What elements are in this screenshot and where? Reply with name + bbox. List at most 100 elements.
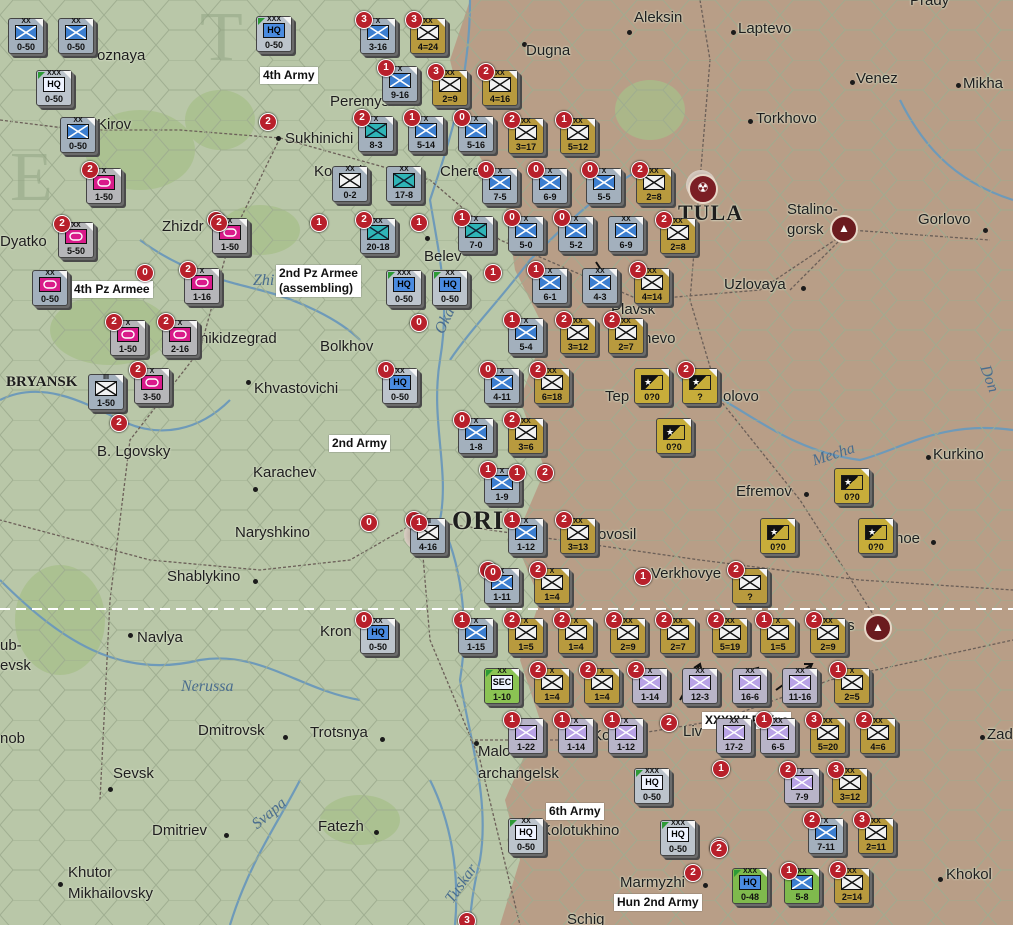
unit-counter[interactable]: 1-22 1 [503, 711, 544, 754]
unit-counter[interactable]: XX 2=8 2 [631, 161, 672, 204]
resource-icon[interactable]: ▲ [830, 215, 858, 243]
unit-counter[interactable]: XXX HQ 0-50 [256, 16, 292, 52]
unit-counter[interactable]: XX 20-18 2 [355, 211, 396, 254]
unit-counter[interactable]: XX 3=12 3 [827, 761, 868, 804]
army-label-2nd-army[interactable]: 2nd Army [329, 435, 390, 452]
unit-counter[interactable]: XX 4=6 2 [855, 711, 896, 754]
unit-counter[interactable]: XX 0-50 [32, 270, 68, 306]
unit-counter[interactable]: XX 2=9 2 [605, 611, 646, 654]
unit-counter[interactable]: XX 6=18 2 [529, 361, 570, 404]
unit-counter[interactable]: X 3-16 3 [355, 11, 396, 54]
unit-counter[interactable]: X 6-9 0 [527, 161, 568, 204]
hex-marker[interactable]: 3 [458, 912, 476, 925]
unit-counter[interactable]: X 1-14 1 [553, 711, 594, 754]
unit-counter[interactable]: XX 0-50 [58, 18, 94, 54]
hex-marker[interactable]: 2 [684, 864, 702, 882]
hex-marker[interactable]: 1 [712, 760, 730, 778]
unit-counter[interactable]: X 5-14 1 [403, 109, 444, 152]
unit-counter[interactable]: III 1-50 [88, 374, 124, 410]
unit-counter[interactable]: X 5-5 0 [581, 161, 622, 204]
unit-counter[interactable]: XX 2=14 2 [829, 861, 870, 904]
hex-marker[interactable]: 1 [508, 464, 526, 482]
hex-marker[interactable]: 1 [634, 568, 652, 586]
unit-counter[interactable]: XX SEC 1-10 [484, 668, 520, 704]
unit-counter[interactable]: X1-502 [81, 161, 122, 204]
resource-icon[interactable]: ▲ [864, 614, 892, 642]
unit-counter[interactable]: XX 6-5 1 [755, 711, 796, 754]
unit-counter[interactable]: X 4-11 0 [479, 361, 520, 404]
unit-counter[interactable]: XX HQ 0-50 0 [355, 611, 396, 654]
unit-counter[interactable]: XX HQ 0-50 [432, 270, 468, 306]
unit-counter[interactable]: X 1=4 2 [553, 611, 594, 654]
unit-counter[interactable]: ★ 0?0 [858, 518, 894, 554]
hex-marker[interactable]: 0 [136, 264, 154, 282]
hex-marker[interactable]: 1 [484, 264, 502, 282]
unit-counter[interactable]: XX 5=20 3 [805, 711, 846, 754]
army-label-2nd-pz-armee[interactable]: 2nd Pz Armee (assembling) [276, 265, 361, 297]
army-label-4th-army[interactable]: 4th Army [260, 67, 318, 84]
unit-counter[interactable]: XX HQ 0-50 0 [377, 361, 418, 404]
unit-counter[interactable]: XX 6-9 [608, 216, 644, 252]
unit-counter[interactable]: X 1-8 0 [453, 411, 494, 454]
unit-counter[interactable]: XX 5=19 2 [707, 611, 748, 654]
unit-counter[interactable]: X 2-16 2 [157, 313, 198, 356]
unit-counter[interactable]: X 9-16 1 [377, 59, 418, 102]
unit-counter[interactable]: XX 2=7 2 [603, 311, 644, 354]
unit-counter[interactable]: XX 4=14 2 [629, 261, 670, 304]
unit-counter[interactable]: X 3-50 2 [129, 361, 170, 404]
unit-counter[interactable]: X 1=4 2 [579, 661, 620, 704]
unit-counter[interactable]: XX 3=17 2 [503, 111, 544, 154]
unit-counter[interactable]: ★ 0?0 [760, 518, 796, 554]
unit-counter[interactable]: X 6-1 1 [527, 261, 568, 304]
unit-counter[interactable]: XXX HQ 0-50 [386, 270, 422, 306]
unit-counter[interactable]: XXX HQ 0-50 [634, 768, 670, 804]
unit-counter[interactable]: X 1=5 2 [503, 611, 544, 654]
unit-counter[interactable]: X 1-16 2 [179, 261, 220, 304]
unit-counter[interactable]: XXX HQ 0-50 [36, 70, 72, 106]
unit-counter[interactable]: XX 4-3 [582, 268, 618, 304]
hex-marker[interactable]: 2 [210, 214, 228, 232]
unit-counter[interactable]: X 7-11 2 [803, 811, 844, 854]
hex-marker[interactable]: 0 [360, 514, 378, 532]
hex-marker[interactable]: 2 [259, 113, 277, 131]
hex-marker[interactable]: 0 [484, 564, 502, 582]
unit-counter[interactable]: XXX HQ 0-48 [732, 868, 768, 904]
unit-counter[interactable]: X 1-15 1 [453, 611, 494, 654]
factory-icon[interactable]: ☢ [688, 174, 718, 204]
army-label-hun-2nd-army[interactable]: Hun 2nd Army [614, 894, 702, 911]
unit-counter[interactable]: XX 3=12 2 [555, 311, 596, 354]
unit-counter[interactable]: ? 2 [727, 561, 768, 604]
unit-counter[interactable]: XX 11-16 [782, 668, 818, 704]
unit-counter[interactable]: XX 12-3 [682, 668, 718, 704]
strategic-map[interactable]: T E Aleksin Laptevo Prady Dugna Venez Mi… [0, 0, 1013, 925]
unit-counter[interactable]: XX 16-6 [732, 668, 768, 704]
unit-counter[interactable]: X 1-12 1 [503, 511, 544, 554]
hex-marker[interactable]: 1 [410, 214, 428, 232]
unit-counter[interactable]: ★ 0?0 [834, 468, 870, 504]
unit-counter[interactable]: XXX HQ 0-50 [660, 820, 696, 856]
unit-counter[interactable]: XX 3=6 2 [503, 411, 544, 454]
unit-counter[interactable]: XX 5-50 2 [53, 215, 94, 258]
unit-counter[interactable]: ★? 2 [677, 361, 718, 404]
unit-counter[interactable]: XX 4=24 3 [405, 11, 446, 54]
unit-counter[interactable]: ★ 0?0 [634, 368, 670, 404]
hex-marker[interactable]: 1 [780, 862, 798, 880]
unit-counter[interactable]: XX 5=12 1 [555, 111, 596, 154]
unit-counter[interactable]: X 1-14 2 [627, 661, 668, 704]
unit-counter[interactable]: XX 2=9 2 [805, 611, 846, 654]
hex-marker[interactable]: 1 [410, 514, 428, 532]
unit-counter[interactable]: XX 0-2 [332, 166, 368, 202]
unit-counter[interactable]: X 7-9 2 [779, 761, 820, 804]
unit-counter[interactable]: XX 4=16 2 [477, 63, 518, 106]
unit-counter[interactable]: X 1=5 1 [755, 611, 796, 654]
unit-counter[interactable]: XX 2=7 2 [655, 611, 696, 654]
unit-counter[interactable]: X 5-4 1 [503, 311, 544, 354]
hex-marker[interactable]: 2 [710, 840, 728, 858]
unit-counter[interactable]: X 8-3 2 [353, 109, 394, 152]
hex-marker[interactable]: 2 [536, 464, 554, 482]
unit-counter[interactable]: XX 0-50 [60, 117, 96, 153]
unit-counter[interactable]: X 1=4 2 [529, 661, 570, 704]
unit-counter[interactable]: X 2=5 1 [829, 661, 870, 704]
hex-marker[interactable]: 2 [110, 414, 128, 432]
unit-counter[interactable]: XX 2=9 3 [427, 63, 468, 106]
